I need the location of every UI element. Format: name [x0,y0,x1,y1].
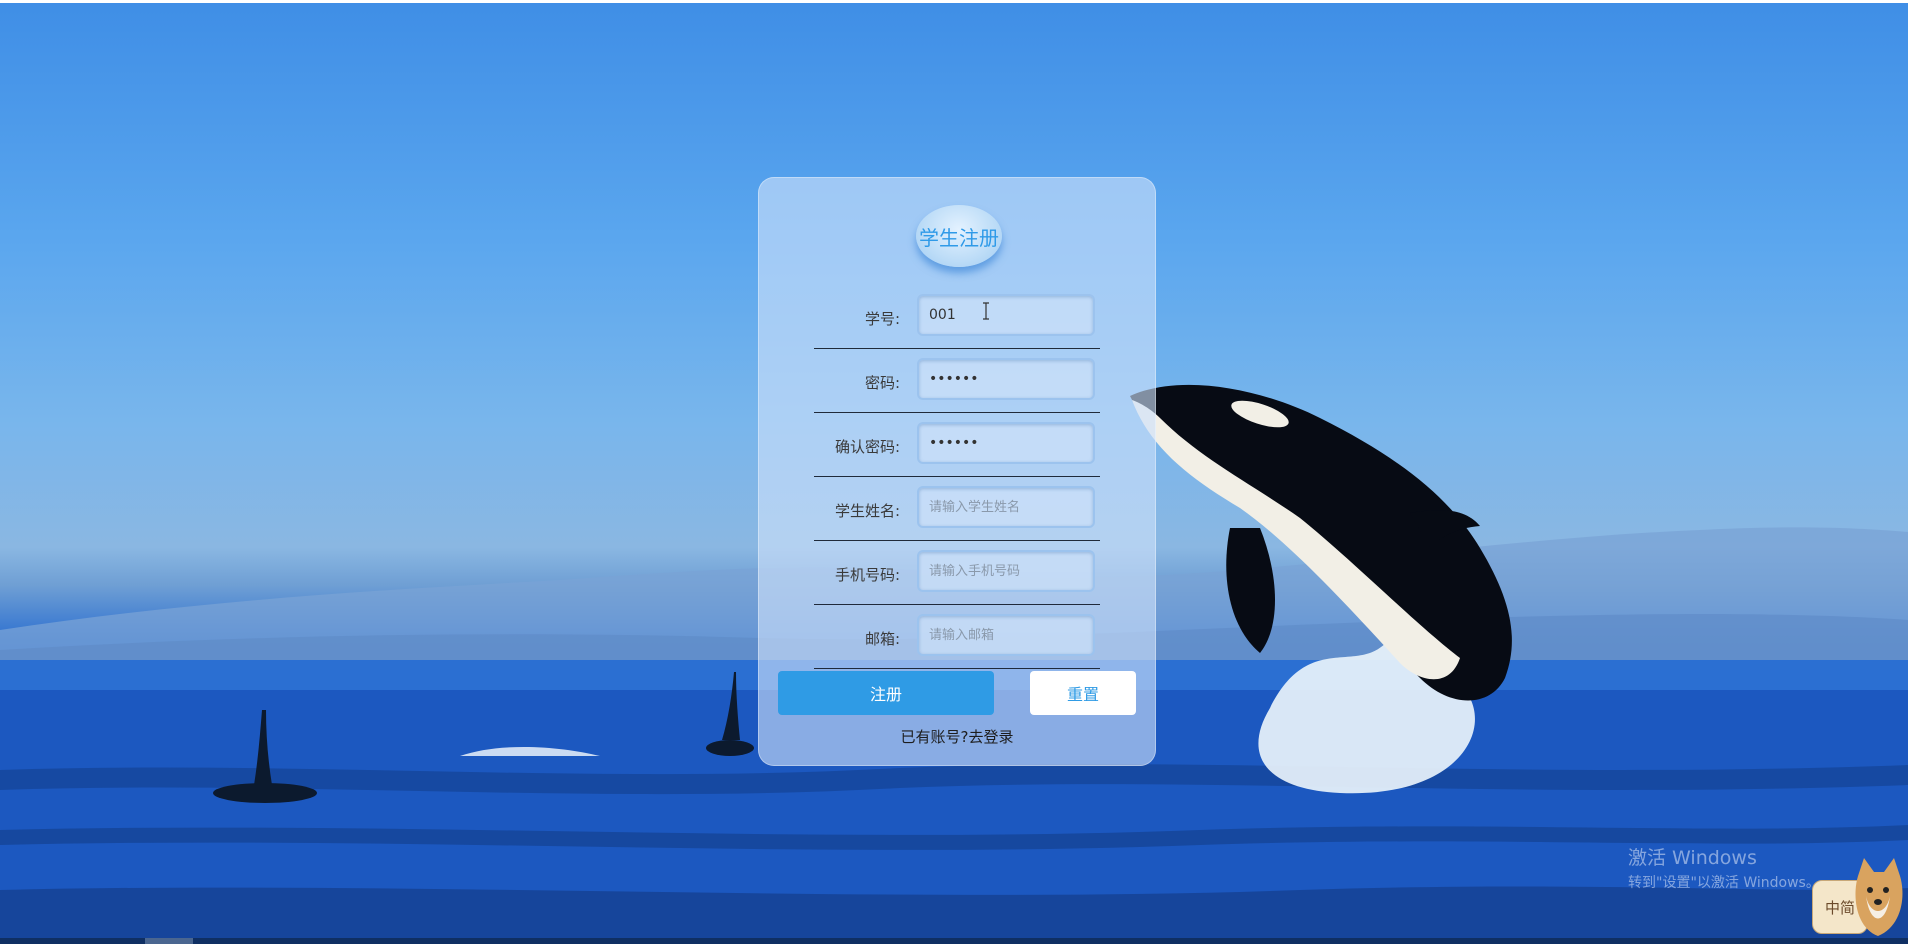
student-id-input[interactable] [917,294,1095,336]
email-input[interactable] [917,614,1095,656]
reset-button[interactable]: 重置 [1030,671,1136,715]
divider [814,668,1100,669]
login-link[interactable]: 已有账号?去登录 [780,726,1134,747]
field-row-phone: 手机号码: [814,542,1100,606]
field-row-password: 密码: [814,350,1100,414]
orca-fin-middle [706,672,754,756]
watermark-line-2: 转到"设置"以激活 Windows。 [1628,875,1820,891]
page-background: 学生注册 学号: 密码: 确认密码: 学生姓名: 手机号码: 邮箱: 注册 重置… [0,0,1908,944]
divider [814,348,1100,349]
field-row-confirm-password: 确认密码: [814,414,1100,478]
password-label: 密码: [864,374,900,392]
field-row-email: 邮箱: [814,606,1100,670]
divider [814,476,1100,477]
register-button[interactable]: 注册 [778,671,994,715]
divider [814,540,1100,541]
orca-illustration [1130,384,1512,794]
phone-input[interactable] [917,550,1095,592]
student-id-label: 学号: [864,310,900,328]
field-row-student-id: 学号: [814,286,1100,350]
student-name-input[interactable] [917,486,1095,528]
field-row-student-name: 学生姓名: [814,478,1100,542]
confirm-password-input[interactable] [917,422,1095,464]
divider [814,604,1100,605]
confirm-password-label: 确认密码: [834,438,900,456]
dog-mascot-icon [1855,858,1903,936]
top-edge [0,0,1908,3]
windows-activation-watermark: 激活 Windows 转到"设置"以激活 Windows。 [1628,843,1820,892]
password-input[interactable] [917,358,1095,400]
register-title: 学生注册 [916,205,1002,267]
orca-fin-left [213,710,317,803]
student-name-label: 学生姓名: [834,502,900,520]
divider [814,412,1100,413]
ime-widget[interactable]: 中简 [1810,856,1908,938]
text-cursor-icon [983,302,989,320]
email-label: 邮箱: [864,630,900,648]
taskbar-edge [0,938,1908,944]
watermark-line-1: 激活 Windows [1628,847,1757,869]
phone-label: 手机号码: [834,566,900,584]
